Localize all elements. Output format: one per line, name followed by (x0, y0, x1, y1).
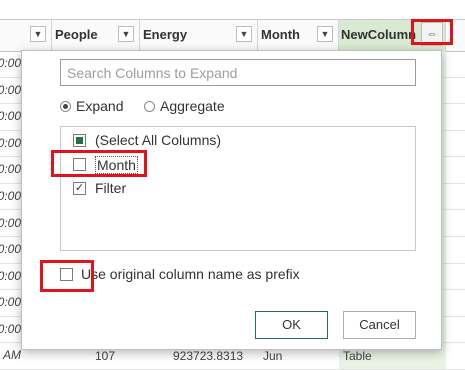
header-label-month: Month (261, 27, 300, 42)
header-cell-people[interactable]: People ▼ (52, 20, 140, 51)
expand-columns-icon[interactable]: ⇔ (421, 22, 443, 46)
dropdown-arrow-icon[interactable]: ▼ (118, 26, 134, 42)
time-cell: 0:00 (0, 51, 21, 77)
ok-button[interactable]: OK (255, 311, 328, 339)
header-cell-month[interactable]: Month ▼ (258, 20, 339, 51)
time-cell: 0:00 (0, 317, 21, 343)
time-cell: 0:00 (0, 184, 21, 210)
time-cell: 0:00 (0, 78, 21, 104)
dropdown-arrow-icon[interactable]: ▼ (236, 26, 252, 42)
radio-aggregate-indicator[interactable] (144, 101, 155, 112)
select-all-label: (Select All Columns) (95, 132, 222, 148)
toolbar-strip (0, 0, 465, 20)
time-cell: 0:00 (0, 264, 21, 290)
time-cell: 0:00 (0, 290, 21, 316)
header-label-people: People (55, 27, 98, 42)
last-row-month: Jun (263, 349, 283, 364)
prefix-label: Use original column name as prefix (81, 266, 300, 282)
columns-listbox: (Select All Columns) Month ✓ Filter (60, 126, 416, 251)
time-cell-text: 0:00 (0, 162, 21, 177)
time-cell-text: 0:00 (0, 82, 21, 97)
radio-expand-indicator[interactable] (60, 101, 71, 112)
filter-checkbox[interactable]: ✓ (73, 182, 86, 195)
time-cell-text: 0:00 (0, 295, 21, 310)
dropdown-arrow-icon[interactable]: ▼ (317, 26, 333, 42)
last-row-energy: 923723.8313 (173, 349, 244, 364)
time-cell-text: 0:00 (0, 188, 21, 203)
time-cell: 0:00 (0, 131, 21, 157)
month-checkbox[interactable] (73, 158, 86, 171)
last-row-people: 107 (95, 349, 116, 364)
prefix-checkbox[interactable] (60, 268, 73, 281)
time-cell: 0:00 (0, 104, 21, 130)
radio-aggregate-label: Aggregate (160, 98, 225, 114)
time-cell-text: 0:00 (0, 268, 21, 283)
time-cell: 0:00 (0, 237, 21, 263)
column-header-row: ▼ People ▼ Energy ▼ Month ▼ NewColumn ⇔ (0, 19, 465, 52)
dropdown-arrow-icon[interactable]: ▼ (30, 26, 46, 42)
time-cell-text: 0:00 (0, 215, 21, 230)
header-cell-energy[interactable]: Energy ▼ (140, 20, 258, 51)
time-cell-text: 0:00 (0, 56, 21, 70)
time-cell-text: 0:00 AM (0, 348, 21, 363)
time-cell-text: 0:00 (0, 321, 21, 336)
header-cell-newcolumn[interactable]: NewColumn ⇔ (339, 20, 446, 51)
time-cell: 0:00 AM (0, 343, 21, 369)
header-cell-time[interactable]: ▼ (0, 20, 52, 51)
header-label-energy: Energy (143, 27, 188, 42)
month-label: Month (95, 156, 138, 174)
expand-columns-dialog: Expand Aggregate (Select All Columns) Mo… (21, 50, 442, 350)
search-columns-input[interactable] (60, 59, 416, 86)
time-cell-text: 0:00 (0, 242, 21, 257)
header-label-newcolumn: NewColumn (341, 27, 417, 42)
time-cell-text: 0:00 (0, 109, 21, 124)
time-cell: 0:00 (0, 211, 21, 237)
filter-label: Filter (95, 180, 127, 196)
last-row-newcolumn: Table (343, 349, 372, 364)
time-cell-text: 0:00 (0, 135, 21, 150)
time-cell: 0:00 (0, 157, 21, 183)
select-all-checkbox[interactable] (73, 134, 86, 147)
radio-expand-label: Expand (76, 98, 124, 114)
cancel-button[interactable]: Cancel (343, 311, 416, 339)
